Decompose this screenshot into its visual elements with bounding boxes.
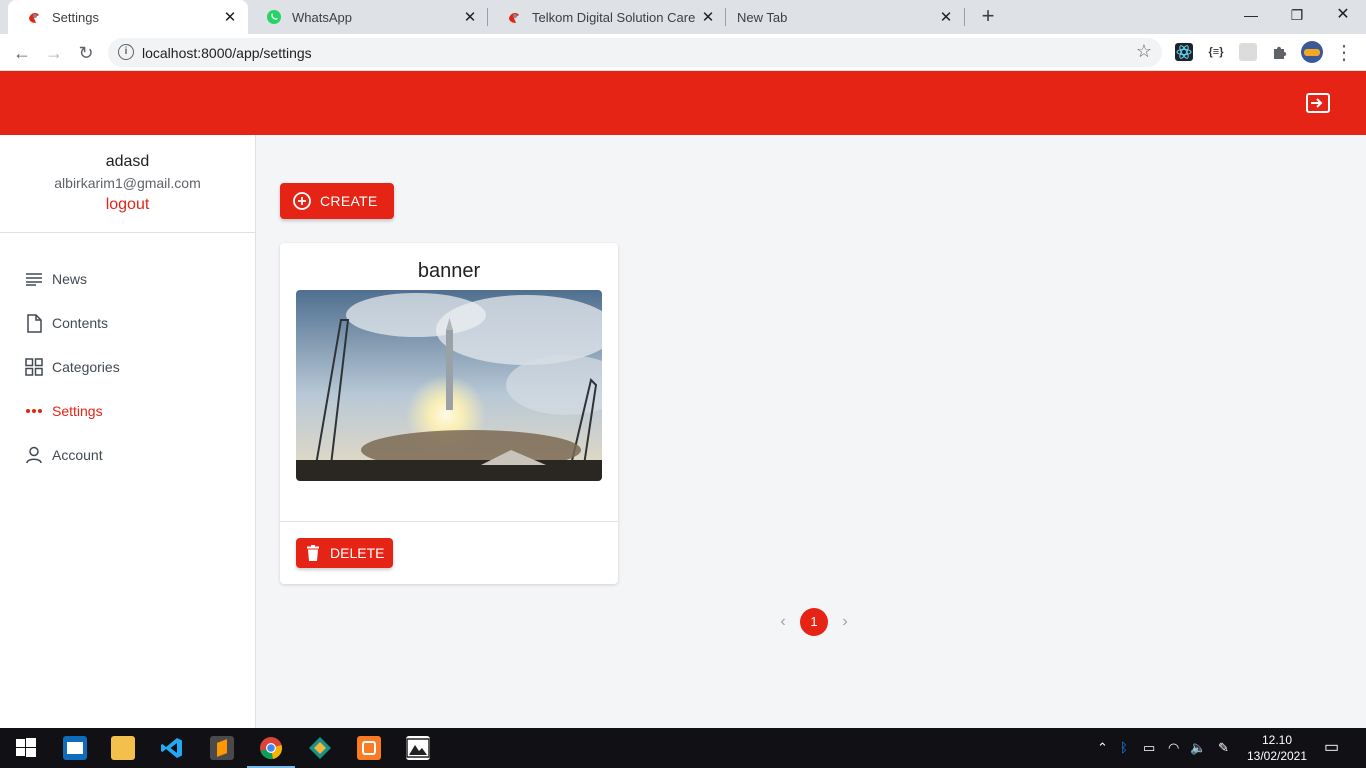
url-field[interactable]: i localhost:8000/app/settings ☆ <box>108 38 1162 67</box>
reload-icon[interactable]: ↻ <box>74 41 98 65</box>
news-app-icon[interactable] <box>63 736 87 760</box>
sidebar-item-news[interactable]: News <box>0 257 255 301</box>
trash-icon <box>306 545 320 561</box>
add-circle-icon <box>292 191 312 211</box>
battery-icon[interactable]: ▭ <box>1143 740 1155 756</box>
close-tab-icon[interactable]: ✕ <box>936 8 956 26</box>
sidebar-item-label: Account <box>52 447 103 463</box>
info-icon[interactable]: i <box>118 44 134 60</box>
sidebar-item-label: Settings <box>52 403 103 419</box>
bookmark-star-icon[interactable]: ☆ <box>1136 41 1152 62</box>
close-window-icon[interactable]: ✕ <box>1320 0 1366 30</box>
sidebar-item-categories[interactable]: Categories <box>0 345 255 389</box>
user-profile: adasd albirkarim1@gmail.com logout <box>0 135 255 233</box>
url-text: localhost:8000/app/settings <box>142 45 312 61</box>
bluetooth-icon[interactable]: ᛒ <box>1120 740 1128 755</box>
tab-title: Settings <box>52 9 99 25</box>
page-button-current[interactable]: 1 <box>800 608 828 636</box>
pagination: ‹ 1 › <box>776 608 852 636</box>
wifi-icon[interactable]: ◠ <box>1168 740 1179 756</box>
new-tab-button[interactable]: + <box>976 5 1000 29</box>
exit-icon[interactable] <box>1306 93 1330 113</box>
document-icon <box>24 313 44 333</box>
lines-icon <box>24 269 44 289</box>
logout-link[interactable]: logout <box>106 196 150 214</box>
windows-start-icon[interactable] <box>14 736 38 760</box>
delete-button[interactable]: DELETE <box>296 538 393 568</box>
sidebar-item-label: News <box>52 271 88 287</box>
sidebar-item-account[interactable]: Account <box>0 433 255 477</box>
tab-new-tab[interactable]: New Tab ✕ <box>726 0 964 34</box>
clock-date: 13/02/2021 <box>1246 749 1308 763</box>
file-explorer-icon[interactable] <box>111 736 135 760</box>
grid-icon <box>24 357 44 377</box>
system-clock[interactable]: 12.10 13/02/2021 <box>1244 732 1310 764</box>
close-tab-icon[interactable]: ✕ <box>698 8 718 26</box>
chevron-left-icon[interactable]: ‹ <box>776 613 790 631</box>
telkom-favicon-icon <box>506 9 522 25</box>
gitkraken-icon[interactable] <box>308 736 332 760</box>
sidebar-item-settings[interactable]: Settings <box>0 389 255 433</box>
forward-icon[interactable]: → <box>42 41 66 65</box>
photos-icon[interactable] <box>406 736 430 760</box>
sidebar-item-label: Contents <box>52 315 109 331</box>
back-icon[interactable]: ← <box>10 41 34 65</box>
menu-kebab-icon[interactable]: ⋮ <box>1332 41 1356 65</box>
setting-card: banner DELETE <box>280 243 618 584</box>
banner-image <box>296 290 602 481</box>
close-tab-icon[interactable]: ✕ <box>220 8 240 26</box>
pen-icon[interactable]: ✎ <box>1218 740 1229 756</box>
profile-avatar[interactable] <box>1301 41 1323 63</box>
tab-title: Telkom Digital Solution Care Cen <box>532 9 698 25</box>
card-title: banner <box>417 260 481 282</box>
create-button-label: CREATE <box>320 193 378 209</box>
app-header <box>0 71 1366 135</box>
sublime-text-icon[interactable] <box>210 736 234 760</box>
sidebar-nav: News Contents Categories Settings Accoun… <box>0 233 255 477</box>
tab-telkom[interactable]: Telkom Digital Solution Care Cen ✕ <box>488 0 726 34</box>
main-content: CREATE banner DELETE ‹ 1 › <box>256 135 1366 728</box>
whatsapp-icon <box>266 9 282 25</box>
chevron-right-icon[interactable]: › <box>838 613 852 631</box>
card-divider <box>280 521 618 522</box>
clock-time: 12.10 <box>1261 733 1293 747</box>
xampp-icon[interactable] <box>357 736 381 760</box>
dots-icon <box>24 401 44 421</box>
tab-title: New Tab <box>737 9 788 25</box>
user-email: albirkarim1@gmail.com <box>54 175 201 191</box>
address-bar: ← → ↻ i localhost:8000/app/settings ☆ {≡… <box>0 34 1366 71</box>
volume-icon[interactable]: 🔈 <box>1190 740 1206 756</box>
windows-taskbar: ⌃ ᛒ ▭ ◠ 🔈 ✎ 12.10 13/02/2021 ▭ <box>0 728 1366 768</box>
chrome-icon[interactable] <box>259 736 283 760</box>
sidebar-item-contents[interactable]: Contents <box>0 301 255 345</box>
create-button[interactable]: CREATE <box>280 183 394 219</box>
chevron-up-icon[interactable]: ⌃ <box>1097 740 1108 756</box>
puzzle-icon[interactable] <box>1271 43 1289 61</box>
telkom-favicon-icon <box>26 9 42 25</box>
minimize-icon[interactable]: — <box>1228 0 1274 30</box>
tab-title: WhatsApp <box>292 9 352 25</box>
user-name: adasd <box>105 153 150 170</box>
close-tab-icon[interactable]: ✕ <box>460 8 480 26</box>
restore-icon[interactable]: ❐ <box>1274 0 1320 30</box>
browser-tab-bar: Settings ✕ WhatsApp ✕ Telkom Digital Sol… <box>0 0 1366 34</box>
delete-button-label: DELETE <box>330 545 385 561</box>
sidebar: adasd albirkarim1@gmail.com logout News … <box>0 135 256 728</box>
tab-whatsapp[interactable]: WhatsApp ✕ <box>248 0 488 34</box>
vscode-icon[interactable] <box>160 736 184 760</box>
json-viewer-icon[interactable]: {≡} <box>1207 43 1225 61</box>
tab-settings[interactable]: Settings ✕ <box>8 0 248 34</box>
extension-icon[interactable] <box>1239 43 1257 61</box>
person-icon <box>24 445 44 465</box>
notification-icon[interactable]: ▭ <box>1324 737 1339 757</box>
react-devtools-icon[interactable] <box>1175 43 1193 61</box>
sidebar-item-label: Categories <box>52 359 120 375</box>
